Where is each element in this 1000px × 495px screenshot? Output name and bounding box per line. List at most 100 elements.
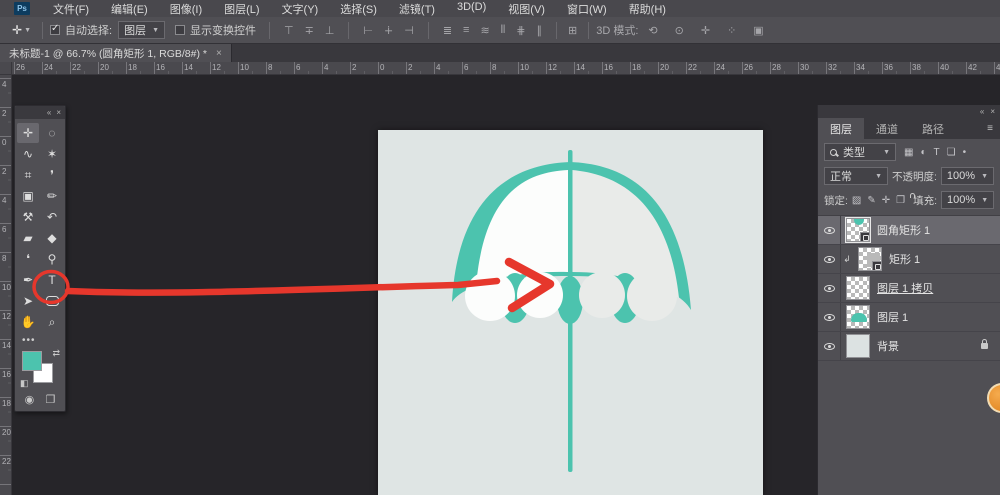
show-transform-checkbox[interactable]	[175, 25, 185, 35]
visibility-cell[interactable]	[818, 216, 841, 244]
lock-image-pixels-icon[interactable]: ✎	[867, 195, 875, 206]
align-left-icon[interactable]: ⊢	[359, 24, 377, 37]
layer-row[interactable]: 图层 1	[818, 303, 1000, 332]
zoom-tool[interactable]: ⌕	[41, 312, 63, 332]
vertical-ruler[interactable]: 420246810121416182022	[0, 75, 12, 495]
menu-item-图像[interactable]: 图像(I)	[159, 1, 213, 17]
align-right-icon[interactable]: ⊣	[400, 24, 418, 37]
path-selection-tool[interactable]: ➤	[17, 291, 39, 311]
distribute-hcenter-icon[interactable]: ⋕	[512, 24, 529, 37]
visibility-cell[interactable]	[818, 274, 841, 302]
more-tools-icon[interactable]: •••	[15, 334, 65, 347]
distribute-top-icon[interactable]: ≣	[439, 24, 456, 37]
close-panel-icon[interactable]: ×	[56, 108, 61, 117]
auto-select-dropdown[interactable]: 图层 ▼	[118, 21, 165, 39]
opacity-dropdown[interactable]: 100% ▼	[941, 167, 994, 185]
fill-dropdown[interactable]: 100% ▼	[941, 191, 994, 209]
crop-tool[interactable]: ⌗	[17, 165, 39, 185]
document-canvas[interactable]	[378, 130, 763, 495]
close-panel-icon[interactable]: ×	[990, 107, 995, 116]
align-vcenter-icon[interactable]: ∓	[301, 24, 318, 37]
shape-tool[interactable]	[41, 291, 63, 311]
distribute-vcenter-icon[interactable]: ≡	[459, 24, 473, 37]
filter-shape-layers-icon[interactable]: ❏	[947, 147, 956, 158]
foreground-color-swatch[interactable]	[22, 351, 42, 371]
collapse-panel-icon[interactable]: «	[980, 107, 984, 116]
lasso-tool[interactable]: ∿	[17, 144, 39, 164]
menu-item-图层[interactable]: 图层(L)	[213, 1, 270, 17]
type-tool[interactable]: T	[41, 270, 63, 290]
gradient-tool[interactable]: ◆	[41, 228, 63, 248]
blur-tool[interactable]: ❛	[17, 249, 39, 269]
panel-menu-icon[interactable]: ≡	[987, 123, 993, 134]
eye-icon[interactable]	[824, 227, 835, 234]
document-tab[interactable]: 未标题-1 @ 66.7% (圆角矩形 1, RGB/8#) * ×	[0, 44, 232, 62]
eraser-tool[interactable]: ▰	[17, 228, 39, 248]
menu-item-滤镜[interactable]: 滤镜(T)	[388, 1, 446, 17]
auto-align-layers-icon[interactable]: ⊞	[564, 24, 581, 37]
healing-brush-tool[interactable]: ▣	[17, 186, 39, 206]
brush-tool[interactable]: ✏	[41, 186, 63, 206]
align-bottom-icon[interactable]: ⊥	[321, 24, 339, 37]
menu-item-文字[interactable]: 文字(Y)	[271, 1, 330, 17]
lock-artboard-icon[interactable]: ❐	[896, 195, 905, 206]
filter-type-layers-icon[interactable]: T	[934, 147, 940, 158]
tab-通道[interactable]: 通道	[864, 118, 910, 139]
close-tab-icon[interactable]: ×	[216, 48, 222, 59]
lock-position-icon[interactable]: ✛	[882, 195, 890, 206]
distribute-right-icon[interactable]: ∥	[533, 24, 547, 37]
layer-row[interactable]: 圆角矩形 1	[818, 216, 1000, 245]
visibility-cell[interactable]	[818, 303, 841, 331]
filter-pixel-layers-icon[interactable]: ▦	[904, 147, 913, 158]
tool-preset-arrow-icon[interactable]: ▼	[24, 27, 31, 34]
eye-icon[interactable]	[824, 343, 835, 350]
3d-scale-icon[interactable]: ▣	[749, 24, 767, 37]
eye-icon[interactable]	[824, 314, 835, 321]
visibility-cell[interactable]	[818, 245, 841, 273]
filter-adjustment-layers-icon[interactable]: ◐	[920, 147, 926, 158]
menu-item-窗口[interactable]: 窗口(W)	[556, 1, 618, 17]
screen-mode-icon[interactable]: ❐	[45, 393, 55, 406]
distribute-left-icon[interactable]: ⫴	[497, 24, 510, 37]
move-tool-icon[interactable]: ✛	[12, 23, 22, 37]
auto-select-checkbox[interactable]	[50, 25, 60, 35]
layer-row[interactable]: 图层 1 拷贝	[818, 274, 1000, 303]
eyedropper-tool[interactable]: ❜	[41, 165, 63, 185]
3d-rotate-icon[interactable]: ⟲	[644, 24, 661, 37]
blend-mode-dropdown[interactable]: 正常 ▼	[824, 167, 888, 185]
menu-item-3D[interactable]: 3D(D)	[446, 1, 497, 17]
move-tool[interactable]: ✛	[17, 123, 39, 143]
align-hcenter-icon[interactable]: ∔	[380, 24, 397, 37]
hand-tool[interactable]: ✋	[17, 312, 39, 332]
lock-transparent-pixels-icon[interactable]: ▨	[852, 195, 861, 206]
history-brush-tool[interactable]: ↶	[41, 207, 63, 227]
layer-filter-dropdown[interactable]: 类型 ▼	[824, 143, 896, 161]
tab-图层[interactable]: 图层	[818, 118, 864, 139]
eye-icon[interactable]	[824, 285, 835, 292]
3d-drag-icon[interactable]: ✛	[697, 24, 714, 37]
distribute-bottom-icon[interactable]: ≋	[476, 24, 493, 37]
dodge-tool[interactable]: ⚲	[41, 249, 63, 269]
menu-item-视图[interactable]: 视图(V)	[497, 1, 556, 17]
layer-row[interactable]: ↲矩形 1	[818, 245, 1000, 274]
quick-mask-icon[interactable]: ◉	[25, 393, 35, 406]
filter-smart-objects-icon[interactable]: •	[963, 147, 967, 158]
visibility-cell[interactable]	[818, 332, 841, 360]
menu-item-编辑[interactable]: 编辑(E)	[100, 1, 159, 17]
3d-roll-icon[interactable]: ⊙	[671, 24, 688, 37]
swap-colors-icon[interactable]: ⇄	[52, 348, 60, 359]
menu-item-文件[interactable]: 文件(F)	[42, 1, 100, 17]
eye-icon[interactable]	[824, 256, 835, 263]
clone-stamp-tool[interactable]: ⚒	[17, 207, 39, 227]
3d-slide-icon[interactable]: ⁘	[723, 24, 740, 37]
horizontal-ruler[interactable]: 2624222018161412108642024681012141618202…	[12, 62, 1000, 75]
pen-tool[interactable]: ✒	[17, 270, 39, 290]
menu-item-帮助[interactable]: 帮助(H)	[618, 1, 677, 17]
default-colors-icon[interactable]: ◧	[20, 378, 29, 389]
marquee-tool[interactable]: ◌	[41, 123, 63, 143]
collapse-panel-icon[interactable]: «	[47, 108, 51, 117]
magic-wand-tool[interactable]: ✶	[41, 144, 63, 164]
menu-item-选择[interactable]: 选择(S)	[329, 1, 388, 17]
layer-row[interactable]: 背景	[818, 332, 1000, 361]
tab-路径[interactable]: 路径	[910, 118, 956, 139]
